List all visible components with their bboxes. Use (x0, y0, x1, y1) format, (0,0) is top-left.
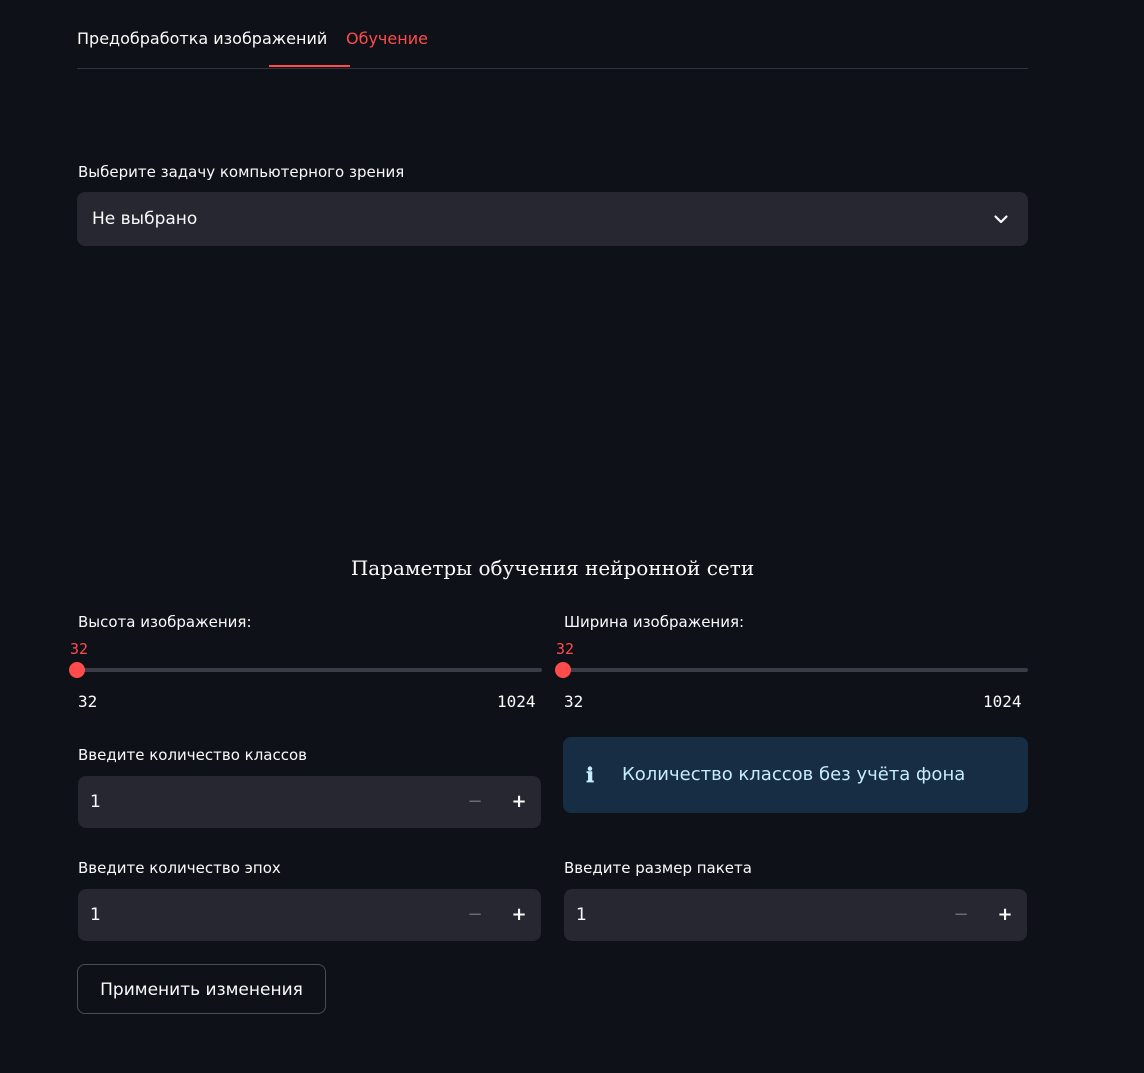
height-slider-track[interactable] (77, 668, 542, 672)
width-slider-label: Ширина изображения: (564, 613, 745, 631)
epochs-number-input: 1 − + (78, 889, 541, 941)
tab-preprocessing[interactable]: Предобработка изображений (77, 28, 327, 50)
batch-input-label: Введите размер пакета (564, 859, 752, 877)
height-slider-thumb[interactable] (69, 662, 85, 678)
classes-input-field[interactable]: 1 (90, 791, 101, 813)
task-select-label: Выберите задачу компьютерного зрения (78, 163, 405, 181)
classes-increment-button[interactable]: + (497, 776, 541, 828)
width-slider-thumb[interactable] (555, 662, 571, 678)
task-select-value: Не выбрано (92, 209, 198, 229)
task-select[interactable]: Не выбрано (77, 192, 1028, 246)
height-slider-label: Высота изображения: (78, 613, 252, 631)
height-slider-max: 1024 (497, 692, 536, 711)
width-slider-value: 32 (556, 640, 575, 658)
info-alert: ℹ Количество классов без учёта фона (563, 737, 1028, 813)
epochs-increment-button[interactable]: + (497, 889, 541, 941)
tab-bar: Предобработка изображений Обучение (77, 0, 1028, 69)
apply-changes-button[interactable]: Применить изменения (77, 964, 326, 1014)
batch-number-input: 1 − + (564, 889, 1027, 941)
width-slider-min: 32 (564, 692, 584, 711)
epochs-input-label: Введите количество эпох (78, 859, 281, 877)
classes-decrement-button[interactable]: − (453, 776, 497, 828)
epochs-input-field[interactable]: 1 (90, 904, 101, 926)
batch-input-field[interactable]: 1 (576, 904, 587, 926)
height-slider-min: 32 (78, 692, 98, 711)
height-slider-value: 32 (70, 640, 89, 658)
info-alert-text: Количество классов без учёта фона (622, 764, 966, 785)
width-slider-track[interactable] (563, 668, 1028, 672)
active-tab-indicator (269, 65, 350, 67)
batch-increment-button[interactable]: + (983, 889, 1027, 941)
section-title: Параметры обучения нейронной сети (350, 556, 755, 580)
info-icon: ℹ (586, 763, 594, 787)
batch-decrement-button[interactable]: − (939, 889, 983, 941)
tab-training[interactable]: Обучение (346, 28, 428, 50)
width-slider-max: 1024 (983, 692, 1022, 711)
classes-number-input: 1 − + (78, 776, 541, 828)
epochs-decrement-button[interactable]: − (453, 889, 497, 941)
classes-input-label: Введите количество классов (78, 746, 307, 764)
chevron-down-icon (994, 215, 1008, 224)
